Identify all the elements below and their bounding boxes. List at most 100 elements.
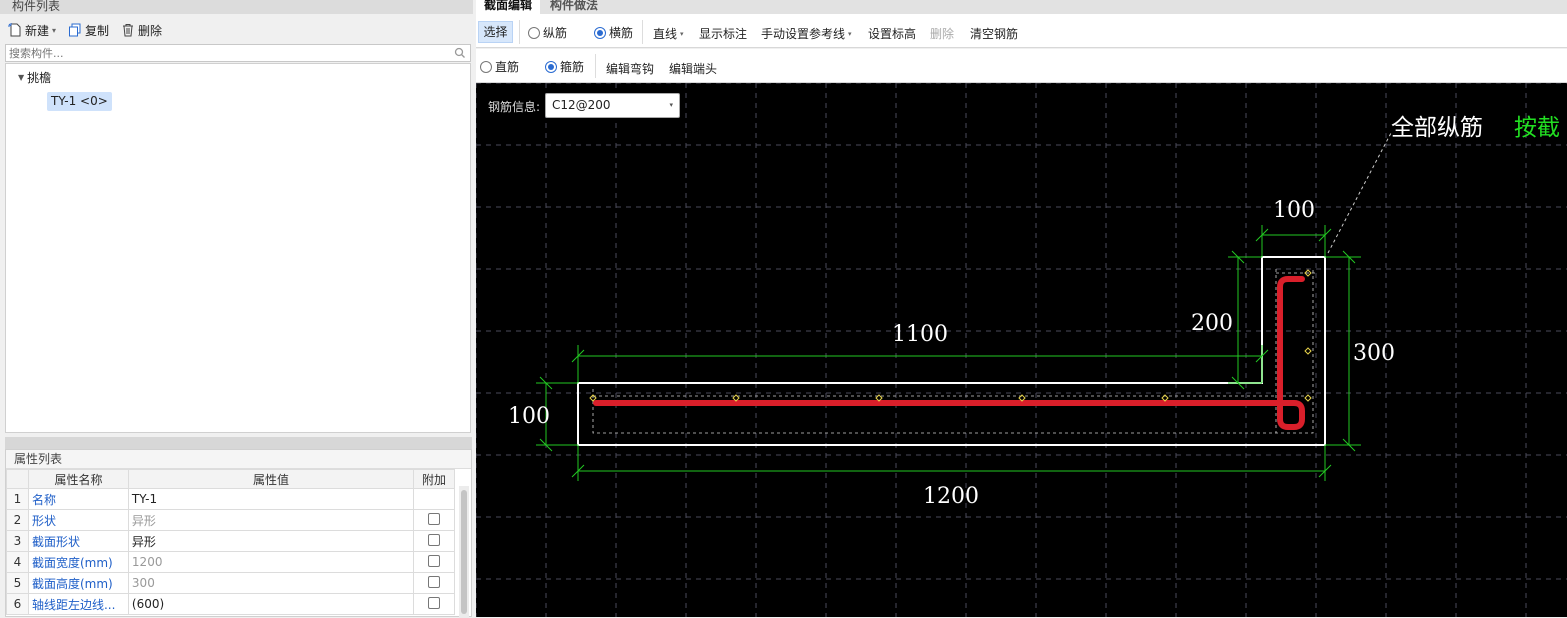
table-row[interactable]: 3 截面形状 异形 [6, 530, 455, 552]
extra-checkbox[interactable] [428, 575, 440, 588]
select-button[interactable]: 选择 [478, 21, 513, 43]
splitter[interactable] [5, 437, 472, 449]
property-value[interactable]: 异形 [127, 530, 415, 552]
longitudinal-radio[interactable]: 纵筋 [528, 24, 567, 41]
transverse-radio[interactable]: 横筋 [594, 24, 633, 41]
annotation-by-section: 按截 [1514, 115, 1560, 141]
cover-lines [592, 269, 1316, 434]
table-row[interactable]: 4 截面宽度(mm) 1200 [6, 551, 455, 573]
property-name: 截面高度(mm) [27, 572, 129, 594]
tree-group-label: 挑檐 [27, 71, 52, 85]
header-extra: 附加 [413, 469, 455, 489]
component-tree: ▼ 挑檐 TY-1 <0> [5, 63, 471, 433]
table-row[interactable]: 5 截面高度(mm) 300 [6, 572, 455, 594]
tab-component-method[interactable]: 构件做法 [542, 0, 606, 14]
extra-checkbox[interactable] [428, 596, 440, 609]
scrollbar-thumb[interactable] [461, 490, 467, 614]
extra-cell [413, 593, 455, 615]
rebar-info-value: C12@200 [552, 98, 611, 112]
toolbar-divider [595, 54, 596, 78]
extra-checkbox[interactable] [428, 554, 440, 567]
chevron-down-icon: ▾ [669, 101, 673, 109]
delete-button[interactable]: 删除 [121, 22, 162, 39]
rebar-point[interactable] [1304, 347, 1312, 355]
search-input[interactable] [6, 45, 446, 61]
annotation-all-long: 全部纵筋 [1391, 115, 1483, 141]
rebar-info-label: 钢筋信息: [488, 100, 541, 114]
drawing-canvas[interactable]: 1100 1200 100 200 300 100 全部纵筋 按截 钢筋信息: … [476, 83, 1567, 617]
edit-end-button[interactable]: 编辑端头 [669, 60, 717, 77]
cad-drawing[interactable]: 1100 1200 100 200 300 100 全部纵筋 按截 [476, 83, 1567, 617]
extra-checkbox[interactable] [428, 533, 440, 546]
manual-ref-dropdown[interactable]: 手动设置参考线 ▾ [761, 25, 852, 42]
radio-on-icon [545, 60, 557, 73]
dropdown-arrow-icon: ▾ [680, 29, 684, 38]
delete-rebar-button[interactable]: 删除 [930, 25, 954, 42]
rebar-point[interactable] [1304, 394, 1312, 402]
extra-cell [413, 551, 455, 573]
toolbar-divider [519, 20, 520, 44]
toolbar-divider [642, 20, 643, 44]
dim-200: 200 [1191, 311, 1233, 336]
row-index: 5 [6, 572, 29, 594]
dim-300: 300 [1353, 341, 1395, 366]
manual-ref-label: 手动设置参考线 [761, 27, 846, 41]
row-index: 4 [6, 551, 29, 573]
rebar-info-select[interactable]: C12@200 ▾ [545, 93, 680, 118]
transverse-label: 横筋 [609, 26, 634, 40]
edit-hook-button[interactable]: 编辑弯钩 [606, 60, 654, 77]
straight-radio[interactable]: 直筋 [480, 58, 519, 75]
extra-cell [413, 572, 455, 594]
stirrup-label: 箍筋 [560, 60, 585, 74]
row-index: 1 [6, 488, 29, 510]
property-value[interactable]: TY-1 [127, 488, 415, 510]
property-list-title: 属性列表 [6, 450, 471, 469]
property-table: 属性名称 属性值 附加 1 名称 TY-1 2 形状 异形 3 截面形状 异形 4 截面宽度(mm)… [6, 469, 455, 615]
delete-label: 删除 [138, 23, 163, 38]
longitudinal-label: 纵筋 [543, 26, 568, 40]
header-value: 属性值 [127, 469, 415, 489]
dropdown-arrow-icon[interactable]: ▾ [52, 26, 56, 35]
row-index: 3 [6, 530, 29, 552]
search-icon[interactable] [454, 47, 466, 59]
table-row[interactable]: 6 轴线距左边线... (600) [6, 593, 455, 615]
dropdown-arrow-icon: ▾ [848, 29, 852, 38]
table-row[interactable]: 1 名称 TY-1 [6, 488, 455, 510]
clear-rebar-button[interactable]: 清空钢筋 [970, 25, 1018, 42]
copy-button[interactable]: 复制 [68, 22, 109, 39]
new-button[interactable]: 新建 ▾ [8, 22, 56, 39]
toolbar-secondary: 直筋 箍筋 编辑弯钩 编辑端头 [476, 49, 1567, 83]
set-elevation-button[interactable]: 设置标高 [868, 25, 916, 42]
dimension-lines [536, 225, 1361, 481]
row-index: 2 [6, 509, 29, 531]
property-name: 形状 [27, 509, 129, 531]
table-row[interactable]: 2 形状 异形 [6, 509, 455, 531]
radio-off-icon [528, 26, 540, 39]
extra-cell [413, 488, 455, 510]
property-value[interactable]: 300 [127, 572, 415, 594]
property-name: 截面宽度(mm) [27, 551, 129, 573]
scrollbar-track[interactable] [459, 486, 469, 618]
tab-bar: 截面编辑 构件做法 [476, 0, 1567, 14]
property-value[interactable]: 异形 [127, 509, 415, 531]
show-dims-button[interactable]: 显示标注 [699, 25, 747, 42]
tree-item-ty1[interactable]: TY-1 <0> [47, 92, 112, 111]
extra-cell [413, 530, 455, 552]
section-editor: 截面编辑 构件做法 选择 纵筋 横筋 直线 ▾ 显示标注 手动设置参考线 ▾ 设… [476, 0, 1567, 617]
straight-label: 直筋 [495, 60, 520, 74]
stirrup-radio[interactable]: 箍筋 [545, 58, 584, 75]
dim-1200: 1200 [923, 484, 979, 509]
tree-group[interactable]: ▼ 挑檐 [18, 69, 51, 86]
component-list-title: 构件列表 [0, 0, 473, 14]
property-value[interactable]: 1200 [127, 551, 415, 573]
tab-section-edit[interactable]: 截面编辑 [476, 0, 541, 14]
new-file-icon [8, 23, 21, 37]
left-panel: 构件列表 新建 ▾ 复制 删除 ▼ 挑檐 TY-1 <0> 属性列表 [0, 0, 473, 618]
expand-triangle-icon[interactable]: ▼ [18, 73, 24, 82]
property-name: 轴线距左边线... [27, 593, 129, 615]
line-dropdown[interactable]: 直线 ▾ [653, 25, 684, 42]
property-value[interactable]: (600) [127, 593, 415, 615]
extra-checkbox[interactable] [428, 512, 440, 525]
property-name: 截面形状 [27, 530, 129, 552]
dim-1100: 1100 [892, 322, 948, 347]
